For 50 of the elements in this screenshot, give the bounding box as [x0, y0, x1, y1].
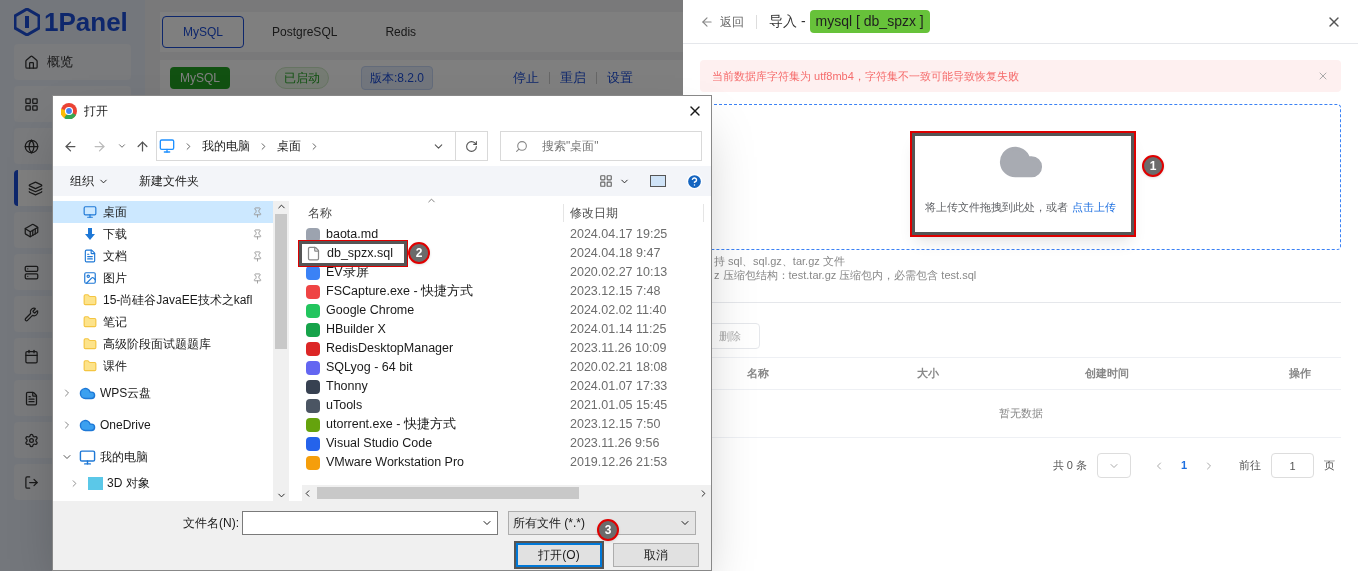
upload-instructions: 将上传文件拖拽到此处，或者 点击上传	[925, 199, 1116, 215]
empty-table-message: 暂无数据	[998, 406, 1043, 422]
column-header: 创建时间	[1085, 366, 1130, 382]
nav-label: 15-尚硅谷JavaEE技术之kafl	[103, 292, 253, 309]
file-date: 2019.12.26 21:53	[569, 454, 668, 472]
goto-label: 前往	[1239, 458, 1261, 474]
upload-hint: 持 sql、sql.gz、tar.gz 文件	[714, 254, 846, 268]
nav-label: 3D 对象	[107, 475, 150, 492]
file-date: 2023.11.26 9:56	[569, 435, 660, 453]
file-date: 2024.01.14 11:25	[569, 321, 667, 339]
alert-text: 当前数据库字符集为 utf8mb4，字符集不一致可能导致恢复失败	[712, 68, 1019, 84]
nav-label: 桌面	[103, 204, 127, 221]
column-header: 名称	[747, 366, 770, 382]
status-tag: 已启动	[275, 67, 329, 89]
total-count: 共 0 条	[1052, 458, 1087, 474]
database-tag: mysql [ db_spzx ]	[809, 10, 930, 33]
column-header: 操作	[1289, 366, 1312, 382]
file-date: 2021.01.05 15:45	[569, 397, 668, 415]
file-date: 2024.02.02 11:40	[569, 302, 667, 320]
nav-label: 高级阶段面试题题库	[103, 336, 211, 353]
sidebar-label: 概览	[47, 53, 73, 72]
nav-label: OneDrive	[100, 417, 151, 434]
file-date: 2024.04.18 9:47	[569, 245, 661, 263]
dialog-title: 打开	[84, 103, 108, 120]
nav-label: 文档	[103, 248, 127, 265]
step-number-badge: 2	[408, 242, 430, 264]
nav-label: WPS云盘	[100, 385, 152, 402]
logo-text: 1Panel	[44, 5, 128, 39]
service-tag: MySQL	[170, 67, 230, 89]
step-number-badge: 3	[597, 519, 619, 541]
file-date: 2023.12.15 7:48	[569, 283, 661, 301]
file-date: 2024.04.17 19:25	[569, 226, 668, 244]
filename-label: 文件名(N):	[183, 515, 239, 532]
file-date: 2020.02.21 18:08	[569, 359, 668, 377]
file-date: 2020.02.27 10:13	[569, 264, 668, 282]
version-tag: 版本:8.2.0	[361, 66, 434, 90]
column-header: 大小	[917, 366, 940, 382]
drawer-title: 导入 -	[769, 12, 806, 31]
nav-label: 课件	[103, 358, 127, 375]
file-date: 2024.01.07 17:33	[569, 378, 668, 396]
file-date: 2023.12.15 7:50	[569, 416, 661, 434]
nav-label: 图片	[103, 270, 127, 287]
nav-label: 下载	[103, 226, 127, 243]
nav-label: 笔记	[103, 314, 127, 331]
nav-label: 我的电脑	[100, 449, 148, 466]
step-number-badge: 1	[1142, 155, 1164, 177]
file-date: 2023.11.26 10:09	[569, 340, 667, 358]
search-placeholder: 搜索"桌面"	[542, 138, 599, 155]
upload-hint: z 压缩包结构：test.tar.gz 压缩包内，必需包含 test.sql	[714, 268, 978, 282]
page-suffix: 页	[1324, 458, 1335, 474]
